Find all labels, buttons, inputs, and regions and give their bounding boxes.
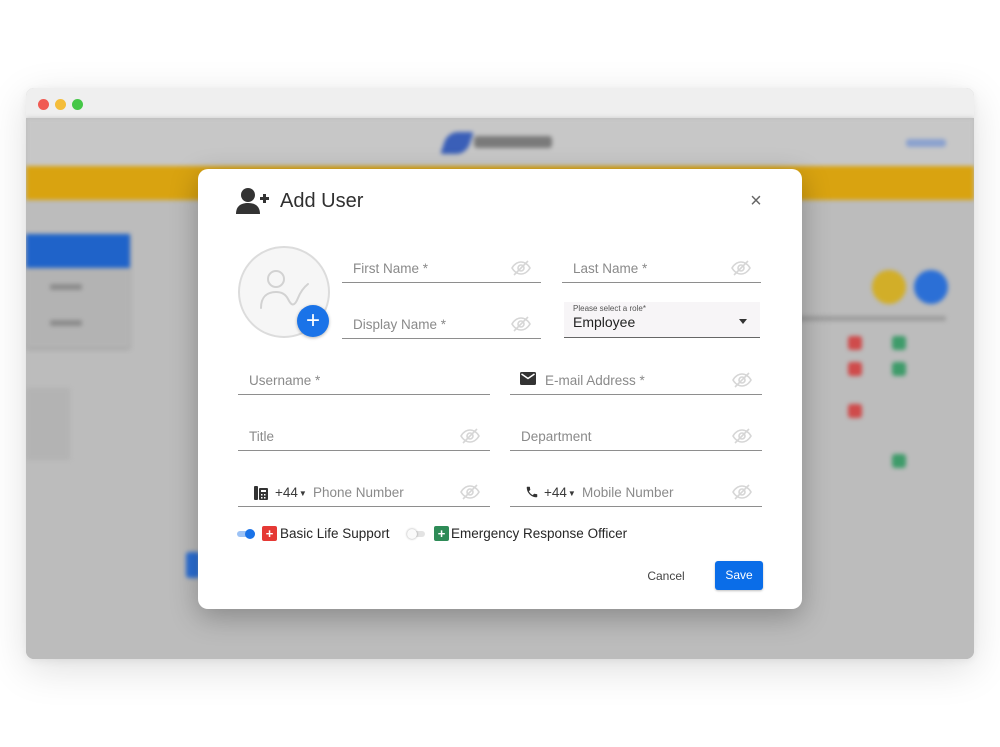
bg-logo-text	[474, 136, 552, 148]
basic-life-support-label: Basic Life Support	[280, 526, 390, 541]
save-button[interactable]: Save	[715, 561, 763, 590]
window-close-dot[interactable]	[38, 99, 49, 110]
bg-blue-circle	[914, 270, 948, 304]
bg-sidebar-menu	[26, 234, 130, 348]
visibility-off-icon[interactable]	[732, 428, 752, 444]
signature-placeholder-icon	[260, 270, 309, 309]
bg-sidebar-active-item	[26, 234, 130, 268]
mobile-placeholder: Mobile Number	[582, 485, 674, 500]
visibility-off-icon[interactable]	[511, 260, 531, 276]
toggle-knob	[245, 529, 255, 539]
emergency-response-officer-label: Emergency Response Officer	[451, 526, 628, 541]
emergency-response-officer-toggle[interactable]	[407, 529, 425, 539]
add-user-dialog: Add User × + First Name * Last Name * Di…	[198, 169, 802, 609]
bg-sidebar-item	[50, 320, 82, 326]
phone-country-code-text: +44	[275, 485, 298, 500]
last-name-field[interactable]: Last Name *	[562, 242, 761, 283]
visibility-off-icon[interactable]	[460, 428, 480, 444]
window-titlebar	[26, 88, 974, 118]
dropdown-arrow-icon	[739, 319, 747, 324]
add-user-icon	[236, 188, 269, 214]
bg-user-menu	[906, 139, 946, 147]
bg-status-square	[892, 336, 906, 350]
close-button[interactable]: ×	[746, 190, 766, 212]
bg-status-square	[892, 454, 906, 468]
add-photo-button[interactable]: +	[297, 305, 329, 337]
email-placeholder: E-mail Address *	[545, 373, 645, 388]
bg-status-square	[848, 362, 862, 376]
title-field[interactable]: Title	[238, 410, 490, 451]
basic-life-support-badge-icon: +	[262, 526, 277, 541]
basic-life-support-toggle[interactable]	[237, 529, 255, 539]
bg-sidebar-item	[50, 284, 82, 290]
window-maximize-dot[interactable]	[72, 99, 83, 110]
mobile-field[interactable]: +44▼ Mobile Number	[510, 466, 762, 507]
department-field[interactable]: Department	[510, 410, 762, 451]
department-placeholder: Department	[521, 429, 592, 444]
desk-phone-icon	[254, 486, 268, 500]
phone-placeholder: Phone Number	[313, 485, 404, 500]
visibility-off-icon[interactable]	[731, 260, 751, 276]
bg-side-tools	[26, 388, 70, 460]
toggle-knob	[407, 529, 417, 539]
chevron-down-icon: ▼	[567, 489, 576, 498]
phone-handset-icon	[526, 486, 538, 498]
bg-status-square	[848, 336, 862, 350]
mobile-country-code-text: +44	[544, 485, 567, 500]
role-select[interactable]: Please select a role* Employee	[564, 302, 760, 338]
visibility-off-icon[interactable]	[511, 316, 531, 332]
cancel-button[interactable]: Cancel	[642, 562, 690, 590]
display-name-field[interactable]: Display Name *	[342, 298, 541, 339]
phone-field[interactable]: +44▼ Phone Number	[238, 466, 490, 507]
email-icon	[520, 372, 536, 385]
chevron-down-icon: ▼	[298, 489, 307, 498]
visibility-off-icon[interactable]	[732, 484, 752, 500]
bg-table-text	[786, 316, 946, 321]
email-field[interactable]: E-mail Address *	[510, 354, 762, 395]
mobile-country-code[interactable]: +44▼	[544, 485, 576, 502]
role-select-value: Employee	[573, 314, 636, 330]
visibility-off-icon[interactable]	[460, 484, 480, 500]
last-name-placeholder: Last Name *	[573, 261, 648, 276]
role-select-label: Please select a role*	[573, 304, 646, 313]
username-field[interactable]: Username *	[238, 354, 490, 395]
dialog-title: Add User	[280, 190, 364, 212]
window-minimize-dot[interactable]	[55, 99, 66, 110]
emergency-response-officer-badge-icon: +	[434, 526, 449, 541]
bg-status-square	[848, 404, 862, 418]
bg-status-square	[892, 362, 906, 376]
title-placeholder: Title	[249, 429, 275, 444]
bg-yellow-circle	[872, 270, 906, 304]
username-placeholder: Username *	[249, 373, 321, 388]
first-name-field[interactable]: First Name *	[342, 242, 541, 283]
display-name-placeholder: Display Name *	[353, 317, 447, 332]
visibility-off-icon[interactable]	[732, 372, 752, 388]
first-name-placeholder: First Name *	[353, 261, 429, 276]
phone-country-code[interactable]: +44▼	[275, 485, 307, 502]
